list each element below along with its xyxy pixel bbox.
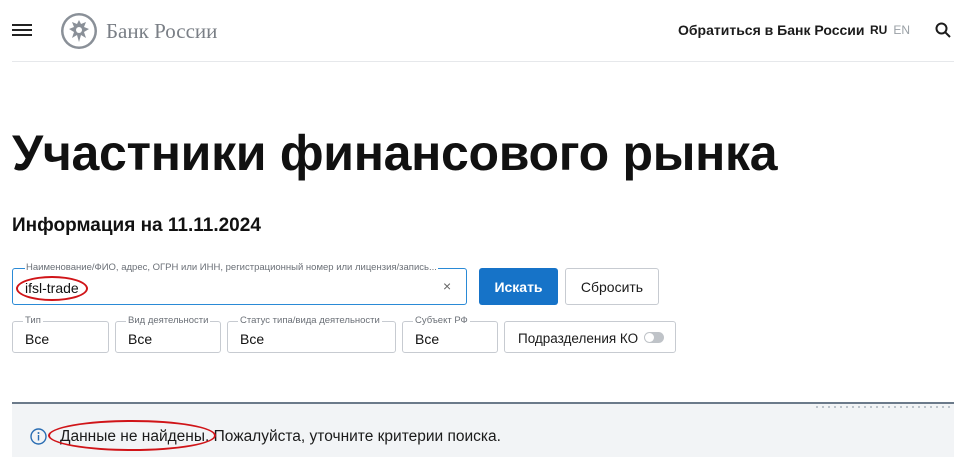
ko-divisions-toggle[interactable] xyxy=(644,332,664,343)
no-results-notice: Данные не найдены. Пожалуйста, уточните … xyxy=(12,402,954,457)
reset-button[interactable]: Сбросить xyxy=(565,268,659,305)
toggle-knob xyxy=(645,333,654,342)
ko-divisions-label: Подразделения КО xyxy=(518,331,639,346)
filter-activity-value: Все xyxy=(128,331,153,347)
contact-bank-link[interactable]: Обратиться в Банк России xyxy=(678,22,864,38)
filter-status-value: Все xyxy=(240,331,265,347)
filter-type-label: Тип xyxy=(23,315,43,326)
search-icon[interactable] xyxy=(935,22,951,38)
search-field[interactable]: Наименование/ФИО, адрес, ОГРН или ИНН, р… xyxy=(12,262,467,305)
bank-emblem-icon xyxy=(61,13,97,49)
filter-activity-label: Вид деятельности xyxy=(126,315,211,326)
bank-logo[interactable]: Банк России xyxy=(60,12,217,50)
logo-text: Банк России xyxy=(106,18,218,43)
filter-status-label: Статус типа/вида деятельности xyxy=(238,315,382,326)
ko-divisions-filter: Подразделения КО xyxy=(504,321,676,353)
lang-en[interactable]: EN xyxy=(893,23,910,37)
info-icon xyxy=(30,428,47,445)
menu-icon[interactable] xyxy=(12,22,32,38)
clear-icon[interactable]: × xyxy=(443,278,451,294)
filter-type-value: Все xyxy=(25,331,50,347)
notice-text: Данные не найдены. Пожалуйста, уточните … xyxy=(60,428,501,445)
filter-status[interactable]: Статус типа/вида деятельности Все xyxy=(227,315,396,353)
filter-region-label: Субъект РФ xyxy=(413,315,470,326)
search-field-label: Наименование/ФИО, адрес, ОГРН или ИНН, р… xyxy=(25,262,438,273)
info-date: Информация на 11.11.2024 xyxy=(12,215,261,236)
language-switcher: RU EN xyxy=(870,23,910,37)
search-button[interactable]: Искать xyxy=(479,268,558,305)
page-title: Участники финансового рынка xyxy=(12,125,778,181)
decorative-dots xyxy=(814,404,954,408)
filter-activity[interactable]: Вид деятельности Все xyxy=(115,315,221,353)
filter-type[interactable]: Тип Все xyxy=(12,315,109,353)
filter-region-value: Все xyxy=(415,331,440,347)
search-input[interactable] xyxy=(25,280,425,296)
site-header: Банк России Обратиться в Банк России RU E… xyxy=(12,0,954,62)
filter-region[interactable]: Субъект РФ Все xyxy=(402,315,498,353)
lang-ru[interactable]: RU xyxy=(870,23,887,37)
